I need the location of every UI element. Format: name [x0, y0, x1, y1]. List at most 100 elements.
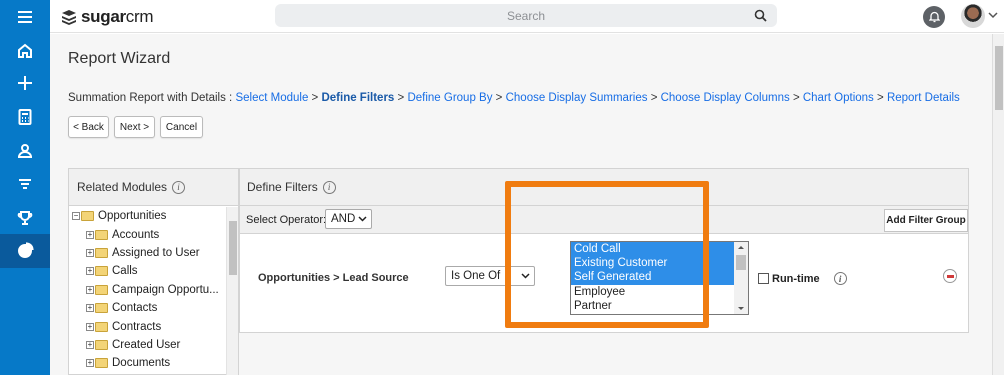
- cancel-button[interactable]: Cancel: [160, 116, 203, 138]
- tree-item-label: Created User: [112, 338, 181, 351]
- operator-select[interactable]: AND: [325, 209, 372, 229]
- info-icon[interactable]: i: [172, 180, 186, 194]
- top-bar: sugarcrm Search: [50, 0, 1004, 33]
- wizard-breadcrumb: Summation Report with Details : Select M…: [68, 92, 960, 104]
- expand-icon[interactable]: +: [86, 322, 94, 331]
- scroll-up-icon[interactable]: [734, 242, 748, 252]
- tree-item-label: Calls: [112, 265, 138, 278]
- trophy-icon[interactable]: [0, 201, 50, 235]
- listbox-scrollbar[interactable]: [734, 242, 748, 314]
- scroll-down-icon[interactable]: [734, 304, 748, 314]
- breadcrumb-separator: >: [877, 92, 884, 104]
- expand-icon[interactable]: +: [86, 340, 94, 349]
- expand-icon[interactable]: +: [86, 304, 94, 313]
- page-scrollbar[interactable]: [992, 34, 1004, 375]
- step-select-module[interactable]: Select Module: [235, 92, 308, 104]
- qualifier-value: Is One Of: [451, 270, 501, 282]
- breadcrumb-separator: >: [792, 92, 800, 104]
- contact-icon[interactable]: [0, 134, 50, 168]
- reports-icon[interactable]: [0, 234, 50, 268]
- operator-value: AND: [331, 213, 356, 225]
- expand-icon[interactable]: +: [86, 285, 94, 294]
- info-icon[interactable]: i: [322, 180, 336, 194]
- left-nav: [0, 0, 50, 375]
- tree-item[interactable]: + Contacts: [72, 299, 222, 317]
- expand-icon[interactable]: +: [86, 248, 94, 257]
- logo-text-bold: sugar: [81, 7, 126, 26]
- step-choose-display-columns[interactable]: Choose Display Columns: [661, 92, 790, 104]
- step-chart-options[interactable]: Chart Options: [803, 92, 874, 104]
- add-filter-group-button[interactable]: Add Filter Group: [884, 209, 968, 232]
- next-button[interactable]: Next >: [114, 116, 155, 138]
- step-define-group-by[interactable]: Define Group By: [407, 92, 492, 104]
- define-filters-title: Define Filters: [247, 180, 318, 194]
- breadcrumb-separator: >: [397, 92, 405, 104]
- breadcrumb-separator: >: [495, 92, 503, 104]
- home-icon[interactable]: [0, 34, 50, 68]
- tree-root-item[interactable]: − Opportunities: [72, 207, 222, 225]
- info-icon[interactable]: i: [833, 272, 847, 285]
- folder-icon: [95, 247, 108, 258]
- collapse-icon[interactable]: −: [72, 212, 80, 221]
- folder-icon: [95, 284, 108, 295]
- related-modules-header: Related Modules i: [69, 169, 238, 206]
- report-type-prefix: Summation Report with Details :: [68, 92, 233, 104]
- related-modules-title: Related Modules: [77, 180, 168, 194]
- filter-icon[interactable]: [0, 167, 50, 201]
- expand-icon[interactable]: +: [86, 359, 94, 368]
- sugarcrm-logo[interactable]: sugarcrm: [60, 7, 154, 27]
- tree-scrollbar[interactable]: [226, 207, 238, 375]
- notifications-bell-icon[interactable]: [923, 6, 945, 28]
- tree-item-label: Contacts: [112, 302, 158, 315]
- folder-icon: [95, 339, 108, 350]
- tree-item-label: Assigned to User: [112, 246, 200, 259]
- expand-icon[interactable]: +: [86, 267, 94, 276]
- runtime-checkbox[interactable]: [758, 273, 769, 284]
- scrollbar-thumb[interactable]: [229, 221, 237, 275]
- step-define-filters[interactable]: Define Filters: [321, 92, 394, 104]
- tree-item[interactable]: + Documents: [72, 354, 222, 372]
- page-title: Report Wizard: [68, 50, 171, 67]
- scrollbar-thumb[interactable]: [736, 255, 746, 270]
- global-search[interactable]: Search: [275, 4, 777, 27]
- expand-icon[interactable]: +: [86, 230, 94, 239]
- plus-icon[interactable]: [0, 66, 50, 100]
- operator-label: Select Operator:: [246, 214, 327, 226]
- step-report-details[interactable]: Report Details: [887, 92, 960, 104]
- folder-icon: [95, 266, 108, 277]
- tree-item[interactable]: + Campaign Opportu...: [72, 281, 222, 299]
- tree-item-label: Opportunities: [98, 210, 167, 223]
- breadcrumb-separator: >: [311, 92, 319, 104]
- tree-item-label: Accounts: [112, 228, 160, 241]
- tree-item[interactable]: + Created User: [72, 336, 222, 354]
- folder-icon: [95, 303, 108, 314]
- back-button[interactable]: < Back: [68, 116, 109, 138]
- folder-icon: [95, 358, 108, 369]
- tree-item[interactable]: + Contracts: [72, 317, 222, 335]
- tree-item[interactable]: + Calls: [72, 262, 222, 280]
- tree-item[interactable]: + Accounts: [72, 225, 222, 243]
- tree-item-label: Campaign Opportu...: [112, 283, 219, 296]
- calculator-icon[interactable]: [0, 100, 50, 134]
- menu-icon[interactable]: [0, 0, 50, 34]
- breadcrumb-separator: >: [650, 92, 658, 104]
- folder-open-icon: [81, 211, 94, 222]
- tree-item-label: Documents: [112, 357, 171, 370]
- folder-icon: [95, 229, 108, 240]
- runtime-option: Run-time i: [758, 272, 847, 285]
- related-modules-panel: Related Modules i − Opportunities + Acco…: [68, 168, 239, 375]
- folder-icon: [95, 321, 108, 332]
- tree-item[interactable]: + Assigned to User: [72, 244, 222, 262]
- tree-item-label: Contracts: [112, 320, 162, 333]
- search-icon[interactable]: [754, 9, 767, 22]
- scrollbar-thumb[interactable]: [995, 46, 1003, 110]
- search-placeholder: Search: [506, 9, 546, 23]
- runtime-label: Run-time: [772, 272, 820, 285]
- module-tree: − Opportunities + Accounts + Assigned to…: [72, 207, 222, 373]
- chevron-down-icon[interactable]: [988, 10, 998, 20]
- chevron-down-icon: [358, 216, 367, 222]
- filter-field-label: Opportunities > Lead Source: [258, 272, 409, 284]
- user-avatar[interactable]: [961, 4, 985, 28]
- remove-filter-icon[interactable]: [943, 269, 957, 283]
- step-choose-display-summaries[interactable]: Choose Display Summaries: [506, 92, 648, 104]
